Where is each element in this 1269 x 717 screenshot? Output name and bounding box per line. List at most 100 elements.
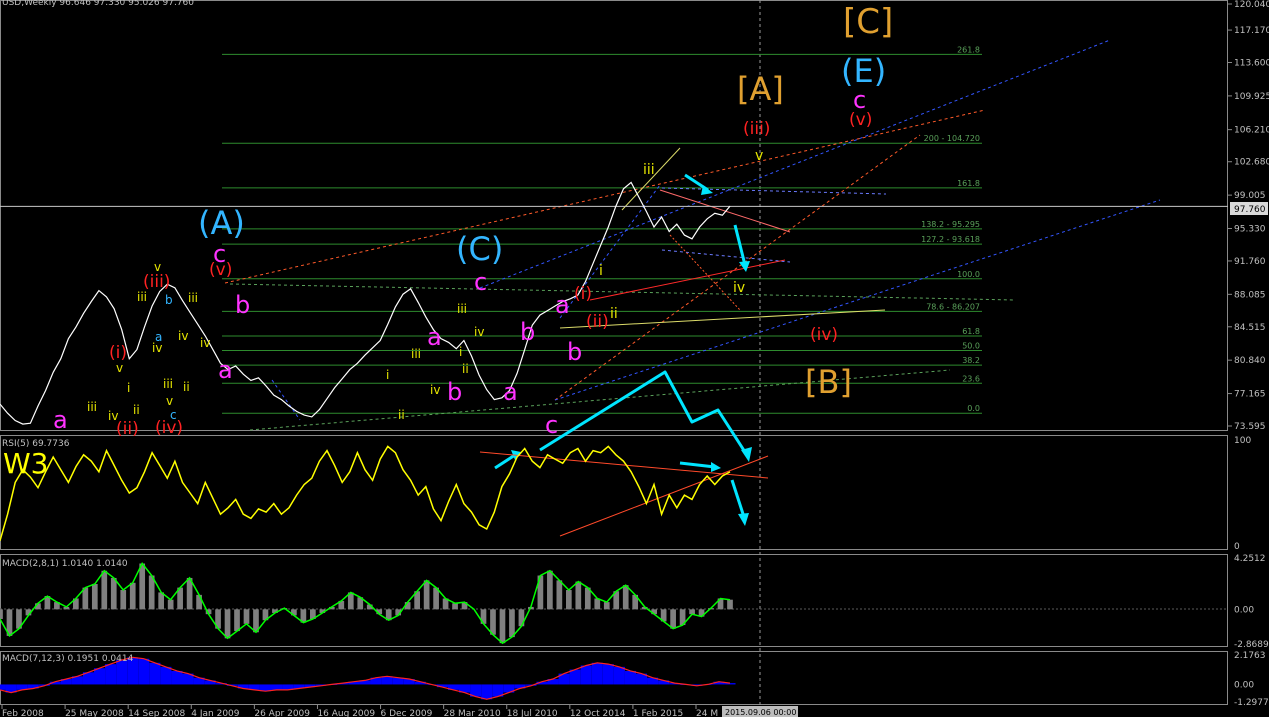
- svg-text:iv: iv: [474, 325, 484, 339]
- svg-text:iii: iii: [163, 377, 173, 391]
- wave-label: (iv): [810, 325, 838, 345]
- price-axis-label: 120.040: [1234, 0, 1269, 10]
- rsi-axis: 100 0: [1234, 436, 1251, 552]
- fib-level-label: 261.8: [957, 45, 980, 54]
- macd1-panel-header: MACD(2,8,1) 1.0140 1.0140: [2, 559, 128, 569]
- price-arrow-2: [733, 224, 747, 266]
- price-axis-label: 113.600: [1234, 59, 1269, 69]
- channel-line-blue-top: [479, 39, 1111, 289]
- wave-label: [C]: [843, 2, 893, 42]
- time-axis-label: 28 Mar 2010: [444, 709, 501, 717]
- channel-lines: [224, 39, 1161, 431]
- rsi-arrow-3: [730, 479, 746, 518]
- rsi-arrow-1: [494, 453, 516, 470]
- macd2-bar: [149, 662, 161, 685]
- trend-line-yellow-2: [621, 147, 681, 211]
- wave-label: (i): [574, 284, 592, 304]
- wave-label: (i): [109, 343, 127, 363]
- main-panel-header: USD,Weekly 96.646 97.330 95.026 97.760: [2, 0, 194, 8]
- trend-line-blue-5: [271, 379, 301, 421]
- wave-label: c: [474, 268, 487, 296]
- wave-labels: [C] [A] [B] (E) (A) (C) c c c c a a a a …: [53, 2, 893, 439]
- current-price-value: 97.760: [1234, 205, 1266, 215]
- wave-label: b: [235, 291, 250, 319]
- svg-text:c: c: [170, 408, 177, 422]
- svg-text:ii: ii: [133, 403, 140, 417]
- macd1-axis-label: -2.8689: [1234, 640, 1269, 650]
- wave-label: i: [599, 263, 603, 279]
- rsi-wave-note: W3: [3, 447, 49, 480]
- time-axis-label: 25 May 2008: [65, 709, 124, 717]
- wave-label: (E): [841, 52, 886, 90]
- svg-text:iv: iv: [178, 329, 188, 343]
- svg-text:ii: ii: [462, 362, 469, 376]
- svg-text:v: v: [166, 394, 173, 408]
- macd2-bar: [160, 666, 172, 685]
- rsi-axis-label: 100: [1234, 436, 1251, 446]
- time-axis-label: 16 Aug 2009: [317, 709, 375, 717]
- macd2-bar: [624, 670, 636, 685]
- wave-label: v: [755, 148, 763, 164]
- wave-label: (ii): [116, 419, 139, 439]
- svg-text:b: b: [165, 293, 173, 307]
- macd2-bar: [613, 666, 625, 685]
- time-axis-label: 26 Apr 2009: [254, 709, 310, 717]
- price-axis-label: 95.330: [1234, 225, 1266, 235]
- price-axis-label: 109.925: [1234, 92, 1269, 102]
- wave-label: a: [53, 406, 68, 434]
- fib-level-label: 0.0: [967, 404, 980, 413]
- fib-level-label: 200 - 104.720: [924, 134, 980, 143]
- wave-label: a: [427, 323, 442, 351]
- time-axis-label: 4 Jan 2009: [191, 709, 239, 717]
- svg-text:iii: iii: [137, 290, 147, 304]
- trend-line-blue-3: [661, 187, 887, 195]
- price-axis-label: 91.760: [1234, 257, 1266, 267]
- projection-arrow-path: [539, 370, 747, 453]
- wave-label: a: [218, 356, 233, 384]
- wave-label: b: [447, 378, 462, 406]
- wave-label: (v): [849, 110, 872, 130]
- macd2-bar: [105, 664, 117, 685]
- price-axis-label: 88.085: [1234, 290, 1266, 300]
- fib-level-label: 161.8: [957, 179, 980, 188]
- price-axis-label: 84.515: [1234, 323, 1266, 333]
- svg-text:i: i: [459, 345, 462, 359]
- wave-label: b: [567, 338, 582, 366]
- macd2-bar: [580, 665, 592, 685]
- wave-label: ii: [610, 306, 618, 322]
- macd2-bar: [569, 669, 581, 685]
- arrow-head-3: [701, 185, 713, 195]
- price-axis-label: 99.005: [1234, 191, 1266, 201]
- macd2-bar: [171, 670, 183, 685]
- macd2-panel-header: MACD(7,12,3) 0.1951 0.0414: [2, 654, 134, 664]
- trend-line-blue-4: [661, 249, 791, 263]
- price-axis: 120.040 117.170 113.600 109.925 106.210 102.6…: [1228, 0, 1269, 432]
- trend-line-orange-2: [669, 234, 741, 311]
- wave-label: (iii): [143, 272, 170, 292]
- wave-label: [B]: [805, 363, 852, 401]
- wave-label: c: [545, 411, 558, 439]
- wave-label: (A): [198, 204, 245, 242]
- price-chart-canvas[interactable]: 261.8 200 - 104.720 161.8 138.2 - 95.295 127…: [0, 0, 1269, 717]
- svg-text:i: i: [386, 368, 389, 382]
- wave-label: iv: [733, 280, 745, 296]
- rsi-arrow-2: [679, 461, 716, 469]
- time-axis: Feb 2008 25 May 2008 14 Sep 2008 4 Jan 2009…: [1, 705, 718, 717]
- svg-text:ii: ii: [398, 408, 405, 422]
- macd1-signal-line: [0, 561, 731, 645]
- svg-text:iii: iii: [457, 302, 467, 316]
- time-axis-label: 14 Sep 2008: [128, 709, 185, 717]
- svg-text:v: v: [154, 260, 161, 274]
- wave-label: (C): [456, 230, 503, 268]
- macd2-bar: [270, 684, 283, 690]
- time-axis-label: 24 M: [696, 709, 718, 717]
- trend-line-red: [589, 259, 786, 301]
- main-panel-frame: [0, 0, 1228, 431]
- fib-level-label: 23.6: [962, 374, 980, 383]
- svg-text:iv: iv: [108, 409, 118, 423]
- svg-text:iii: iii: [188, 291, 198, 305]
- wave-label: a: [555, 291, 570, 319]
- svg-text:a: a: [155, 330, 162, 344]
- price-axis-label: 102.680: [1234, 158, 1269, 168]
- rsi-series-line: [0, 445, 731, 541]
